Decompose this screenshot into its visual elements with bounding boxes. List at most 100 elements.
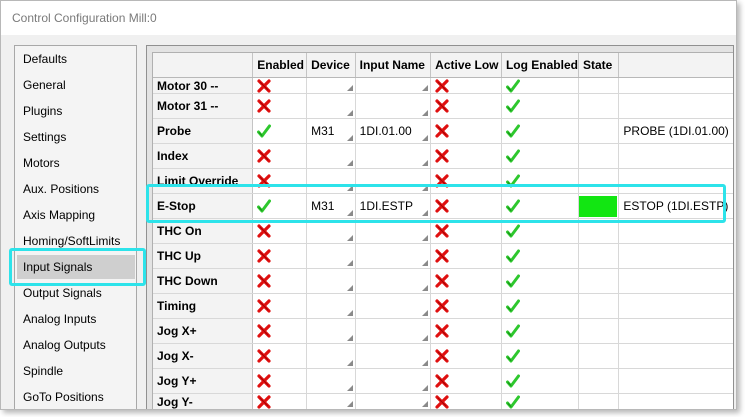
- log-enabled-cell[interactable]: [501, 93, 579, 119]
- enabled-cell[interactable]: [252, 243, 308, 269]
- nav-item-input-signals[interactable]: Input Signals: [17, 255, 135, 279]
- log-enabled-cell[interactable]: [501, 168, 579, 194]
- active-low-cell[interactable]: [430, 93, 502, 119]
- device-cell[interactable]: [306, 93, 356, 119]
- table-row[interactable]: Jog Y+: [153, 368, 733, 394]
- log-enabled-cell[interactable]: [501, 343, 579, 369]
- log-enabled-cell[interactable]: [501, 393, 579, 409]
- column-header-row-labels[interactable]: [153, 53, 254, 78]
- column-header-log-enabled[interactable]: Log Enabled: [501, 53, 579, 78]
- table-row[interactable]: Jog X-: [153, 343, 733, 369]
- input-name-cell[interactable]: [355, 77, 432, 94]
- table-row[interactable]: E-Stop M31 1DI.ESTP ESTOP (1DI.ESTP): [153, 193, 733, 219]
- enabled-cell[interactable]: [252, 118, 308, 144]
- nav-item-aux-positions[interactable]: Aux. Positions: [23, 177, 99, 201]
- enabled-cell[interactable]: [252, 218, 308, 244]
- log-enabled-cell[interactable]: [501, 143, 579, 169]
- input-name-cell[interactable]: 1DI.01.00: [355, 118, 432, 144]
- log-enabled-cell[interactable]: [501, 77, 579, 94]
- nav-item-general[interactable]: General: [23, 73, 66, 97]
- enabled-cell[interactable]: [252, 268, 308, 294]
- input-name-cell[interactable]: [355, 318, 432, 344]
- log-enabled-cell[interactable]: [501, 118, 579, 144]
- table-row[interactable]: Jog Y-: [153, 393, 733, 409]
- column-header-display[interactable]: [618, 53, 733, 78]
- device-cell[interactable]: [306, 243, 356, 269]
- nav-item-analog-outputs[interactable]: Analog Outputs: [23, 333, 106, 357]
- nav-item-spindle[interactable]: Spindle: [23, 359, 63, 383]
- active-low-cell[interactable]: [430, 318, 502, 344]
- table-row[interactable]: Motor 31 --: [153, 93, 733, 119]
- table-row[interactable]: Limit Override: [153, 168, 733, 194]
- device-cell[interactable]: M31: [306, 118, 356, 144]
- enabled-cell[interactable]: [252, 168, 308, 194]
- active-low-cell[interactable]: [430, 293, 502, 319]
- active-low-cell[interactable]: [430, 368, 502, 394]
- active-low-cell[interactable]: [430, 193, 502, 219]
- device-cell[interactable]: [306, 393, 356, 409]
- table-row[interactable]: Motor 30 --: [153, 77, 733, 94]
- input-name-cell[interactable]: 1DI.ESTP: [355, 193, 432, 219]
- nav-item-goto-positions[interactable]: GoTo Positions: [23, 385, 104, 409]
- nav-item-homing-softlimits[interactable]: Homing/SoftLimits: [23, 229, 120, 253]
- enabled-cell[interactable]: [252, 393, 308, 409]
- input-name-cell[interactable]: [355, 143, 432, 169]
- active-low-cell[interactable]: [430, 118, 502, 144]
- input-name-cell[interactable]: [355, 293, 432, 319]
- active-low-cell[interactable]: [430, 393, 502, 409]
- input-name-cell[interactable]: [355, 343, 432, 369]
- column-header-device[interactable]: Device: [306, 53, 356, 78]
- input-name-cell[interactable]: [355, 393, 432, 409]
- enabled-cell[interactable]: [252, 343, 308, 369]
- log-enabled-cell[interactable]: [501, 268, 579, 294]
- input-name-cell[interactable]: [355, 93, 432, 119]
- table-row[interactable]: Probe M31 1DI.01.00 PROBE (1DI.01.00): [153, 118, 733, 144]
- device-cell[interactable]: [306, 268, 356, 294]
- table-row[interactable]: THC Down: [153, 268, 733, 294]
- device-cell[interactable]: M31: [306, 193, 356, 219]
- nav-item-motors[interactable]: Motors: [23, 151, 60, 175]
- log-enabled-cell[interactable]: [501, 243, 579, 269]
- input-signals-grid[interactable]: Enabled Device Input Name Active Low Log Ena…: [152, 52, 733, 409]
- table-row[interactable]: Jog X+: [153, 318, 733, 344]
- log-enabled-cell[interactable]: [501, 293, 579, 319]
- enabled-cell[interactable]: [252, 318, 308, 344]
- enabled-cell[interactable]: [252, 143, 308, 169]
- active-low-cell[interactable]: [430, 77, 502, 94]
- device-cell[interactable]: [306, 77, 356, 94]
- table-row[interactable]: THC On: [153, 218, 733, 244]
- table-row[interactable]: Index: [153, 143, 733, 169]
- table-row[interactable]: THC Up: [153, 243, 733, 269]
- input-name-cell[interactable]: [355, 218, 432, 244]
- enabled-cell[interactable]: [252, 77, 308, 94]
- active-low-cell[interactable]: [430, 268, 502, 294]
- enabled-cell[interactable]: [252, 193, 308, 219]
- input-name-cell[interactable]: [355, 368, 432, 394]
- nav-item-plugins[interactable]: Plugins: [23, 99, 62, 123]
- device-cell[interactable]: [306, 168, 356, 194]
- active-low-cell[interactable]: [430, 243, 502, 269]
- input-name-cell[interactable]: [355, 168, 432, 194]
- active-low-cell[interactable]: [430, 343, 502, 369]
- device-cell[interactable]: [306, 318, 356, 344]
- nav-item-settings[interactable]: Settings: [23, 125, 66, 149]
- column-header-active-low[interactable]: Active Low: [430, 53, 502, 78]
- column-header-input-name[interactable]: Input Name: [355, 53, 432, 78]
- nav-item-defaults[interactable]: Defaults: [23, 47, 67, 71]
- device-cell[interactable]: [306, 143, 356, 169]
- active-low-cell[interactable]: [430, 143, 502, 169]
- device-cell[interactable]: [306, 293, 356, 319]
- input-name-cell[interactable]: [355, 243, 432, 269]
- device-cell[interactable]: [306, 218, 356, 244]
- nav-item-axis-mapping[interactable]: Axis Mapping: [23, 203, 95, 227]
- device-cell[interactable]: [306, 343, 356, 369]
- column-header-enabled[interactable]: Enabled: [252, 53, 308, 78]
- column-header-state[interactable]: State: [578, 53, 620, 78]
- nav-item-output-signals[interactable]: Output Signals: [23, 281, 102, 305]
- enabled-cell[interactable]: [252, 368, 308, 394]
- table-row[interactable]: Timing: [153, 293, 733, 319]
- log-enabled-cell[interactable]: [501, 193, 579, 219]
- device-cell[interactable]: [306, 368, 356, 394]
- active-low-cell[interactable]: [430, 218, 502, 244]
- active-low-cell[interactable]: [430, 168, 502, 194]
